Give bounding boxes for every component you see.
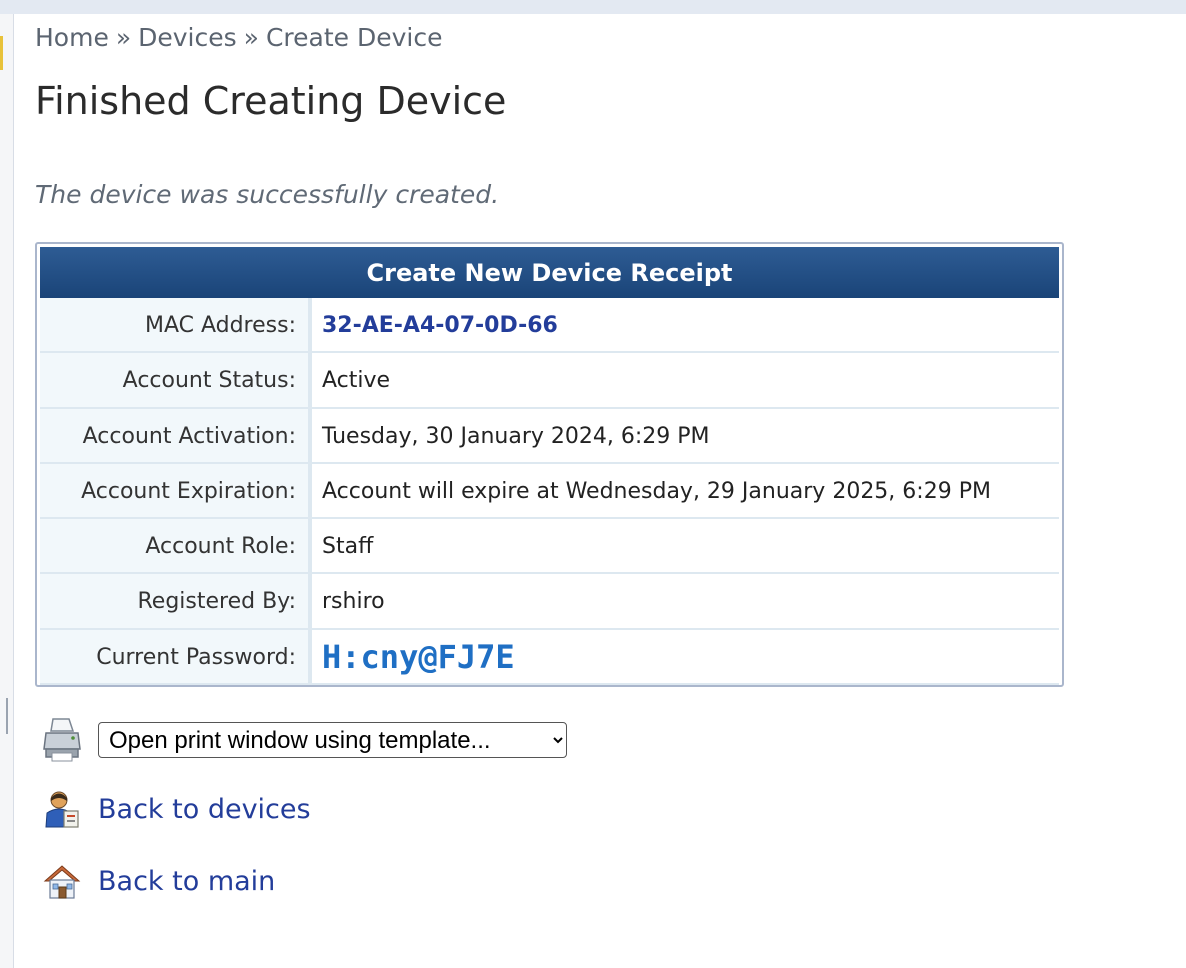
top-strip [0,0,1186,14]
registered-by-value: rshiro [312,574,1059,630]
breadcrumb-separator: » [243,23,259,52]
receipt-title: Create New Device Receipt [40,247,1059,298]
row-label: Registered By: [40,574,312,630]
back-to-devices-link[interactable]: Back to devices [98,794,311,825]
print-template-select[interactable]: Open print window using template... [98,722,567,758]
receipt-row-status: Account Status: Active [40,353,1059,409]
receipt-row-mac: MAC Address: 32-AE-A4-07-0D-66 [40,298,1059,354]
row-label: Account Role: [40,519,312,575]
mac-address-value: 32-AE-A4-07-0D-66 [312,298,1059,354]
row-label: Account Expiration: [40,463,312,520]
printer-icon [43,718,81,762]
receipt-row-activation: Account Activation: Tuesday, 30 January … [40,408,1059,464]
row-label: Account Status: [40,353,312,409]
back-to-main-row: Back to main [43,861,275,901]
breadcrumb-home[interactable]: Home [35,23,109,52]
device-receipt-table: Create New Device Receipt MAC Address: 3… [35,242,1064,687]
success-message: The device was successfully created. [35,180,500,209]
left-frame-marker [0,36,3,70]
home-icon [43,865,81,899]
receipt-row-role: Account Role: Staff [40,519,1059,575]
account-expiration-value: Account will expire at Wednesday, 29 Jan… [312,464,1059,520]
frame-resize-handle[interactable] [6,698,8,734]
breadcrumb: Home» Devices» Create Device [35,23,442,52]
back-to-main-link[interactable]: Back to main [98,866,275,897]
receipt-row-registered-by: Registered By: rshiro [40,574,1059,630]
page-title: Finished Creating Device [35,79,507,123]
current-password-value: H:cny@FJ7E [312,630,1059,686]
row-label: Account Activation: [40,408,312,464]
receipt-row-expiration: Account Expiration: Account will expire … [40,463,1059,520]
devices-icon [45,791,79,828]
breadcrumb-devices[interactable]: Devices [138,23,237,52]
receipt-row-password: Current Password: H:cny@FJ7E [40,629,1059,686]
left-frame-edge [0,14,14,968]
back-to-devices-row: Back to devices [43,789,311,829]
row-label: MAC Address: [40,298,312,354]
account-activation-value: Tuesday, 30 January 2024, 6:29 PM [312,409,1059,464]
breadcrumb-separator: » [115,23,132,52]
account-role-value: Staff [312,519,1059,575]
row-label: Current Password: [40,629,312,686]
print-row: Open print window using template... [43,717,567,763]
account-status-value: Active [312,353,1059,409]
breadcrumb-current: Create Device [265,23,443,52]
